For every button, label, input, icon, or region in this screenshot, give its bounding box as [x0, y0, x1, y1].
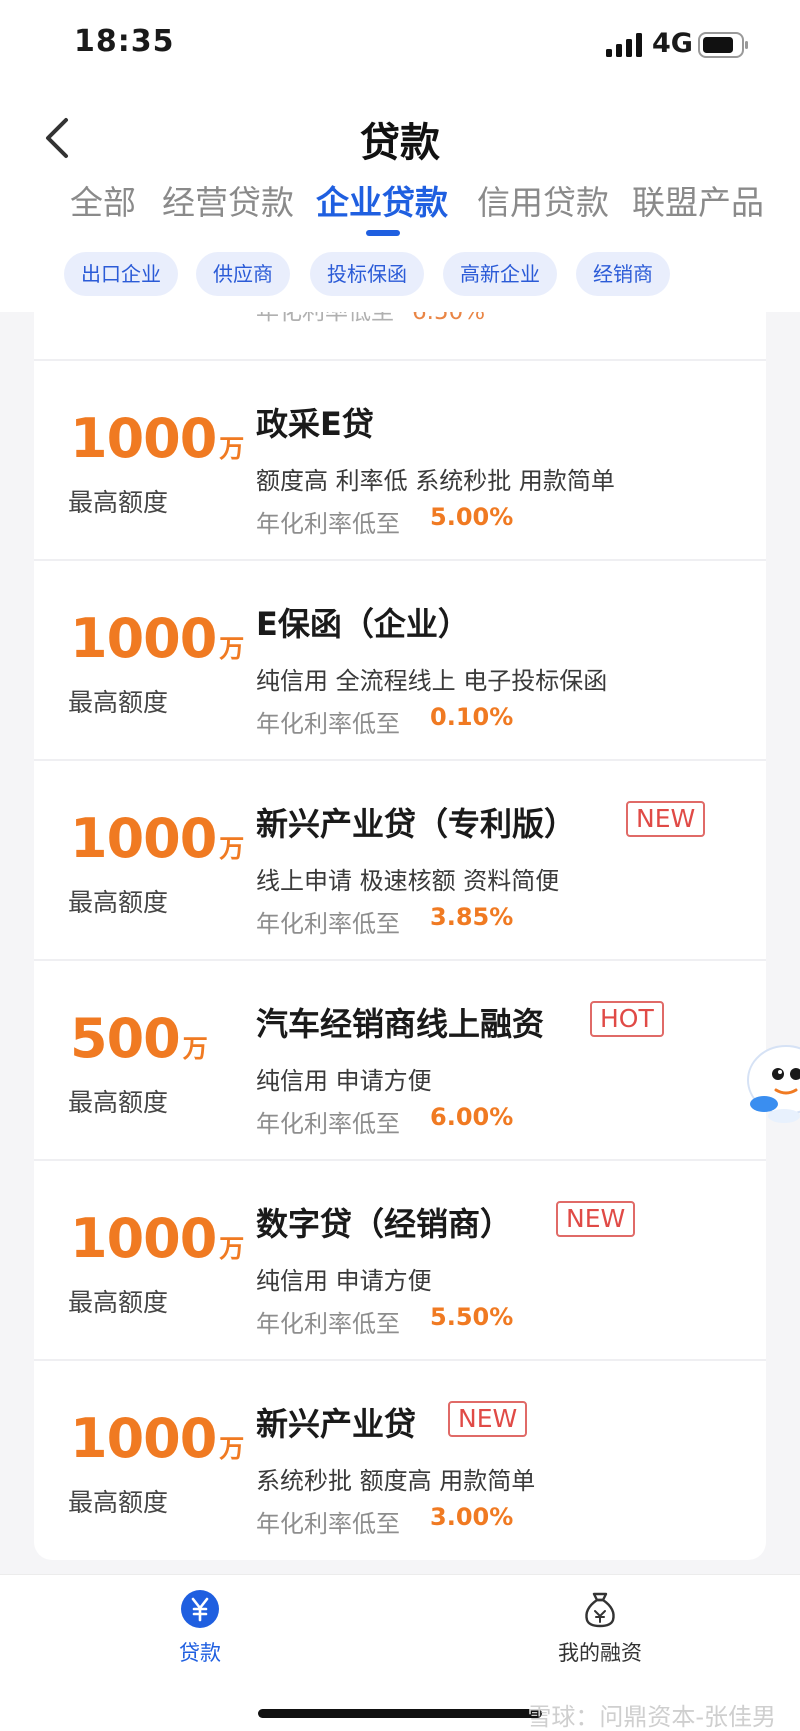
chip-high-tech-enterprise[interactable]: 高新企业 [443, 252, 557, 296]
bottom-tab-label: 贷款 [179, 1641, 221, 1665]
product-row-emerging-industry[interactable]: 1000 万 最高额度 新兴产业贷 NEW 系统秒批 额度高 用款简单 年化利率低… [34, 1361, 766, 1560]
amount-unit: 万 [182, 1034, 208, 1063]
rate-value: 0.10% [430, 703, 514, 731]
amount-number: 500 [70, 1007, 181, 1070]
tab-alliance-products[interactable]: 联盟产品 [632, 176, 764, 224]
max-amount: 1000 万 [70, 1207, 244, 1270]
amount-label: 最高额度 [68, 1488, 169, 1517]
nav-header: 贷款 全部 经营贷款 企业贷款 信用贷款 联盟产品 出口企业 供应商 投标保函 … [0, 90, 800, 312]
product-row-auto-dealer-financing[interactable]: 500 万 最高额度 汽车经销商线上融资 HOT 纯信用 申请方便 年化利率低至 … [34, 961, 766, 1160]
amount-number: 1000 [70, 407, 217, 470]
hot-badge: HOT [590, 1001, 664, 1037]
chip-distributor[interactable]: 经销商 [576, 252, 670, 296]
bottom-tab-loans[interactable]: 贷款 [120, 1589, 280, 1679]
amount-number: 1000 [70, 1407, 217, 1470]
bottom-tab-label: 我的融资 [558, 1641, 642, 1665]
rate-value: 6.50% [412, 312, 486, 325]
status-time: 18:35 [74, 24, 175, 59]
product-name: E保函（企业） [256, 605, 470, 643]
rate-value: 3.00% [430, 1503, 514, 1531]
product-desc: 纯信用 申请方便 [256, 1067, 432, 1095]
rate-value: 5.50% [430, 1303, 514, 1331]
amount-unit: 万 [219, 634, 245, 663]
product-name: 政采E贷 [256, 405, 374, 443]
rate-label: 年化利率低至 [256, 1510, 400, 1538]
rate-value: 6.00% [430, 1103, 514, 1131]
bottom-tab-bar: 贷款 我的融资 雪球：问鼎资本-张佳男 [0, 1574, 800, 1731]
product-name: 汽车经销商线上融资 [256, 1005, 545, 1043]
status-bar: 18:35 4G [0, 0, 800, 90]
rate-label: 年化利率低至 [256, 1110, 400, 1138]
max-amount: 1000 万 [70, 607, 244, 670]
cellular-signal-icon [606, 33, 642, 57]
amount-unit: 万 [219, 1234, 245, 1263]
tab-enterprise-loans[interactable]: 企业贷款 [316, 176, 448, 224]
product-row-emerging-industry-patent[interactable]: 1000 万 最高额度 新兴产业贷（专利版） NEW 线上申请 极速核额 资料简便… [34, 761, 766, 960]
product-desc: 线上申请 极速核额 资料简便 [256, 867, 560, 895]
amount-number: 1000 [70, 1207, 217, 1270]
rate-label: 年化利率低至 [256, 1310, 400, 1338]
rate-label: 年化利率低至 [256, 312, 394, 325]
product-desc: 纯信用 申请方便 [256, 1267, 432, 1295]
product-name: 数字贷（经销商） [256, 1205, 513, 1243]
product-list: 年化利率低至 6.50% 1000 万 最高额度 政采E贷 额度高 利率低 系统秒批… [34, 312, 766, 1560]
product-desc: 额度高 利率低 系统秒批 用款简单 [256, 467, 615, 495]
amount-unit: 万 [219, 434, 245, 463]
rate-value: 5.00% [430, 503, 514, 531]
bottom-tab-my-financing[interactable]: 我的融资 [520, 1589, 680, 1679]
product-row-e-guarantee[interactable]: 1000 万 最高额度 E保函（企业） 纯信用 全流程线上 电子投标保函 年化利率… [34, 561, 766, 760]
amount-label: 最高额度 [68, 1088, 169, 1117]
amount-label: 最高额度 [68, 888, 169, 917]
product-name: 新兴产业贷 [256, 1405, 417, 1443]
new-badge: NEW [626, 801, 706, 837]
max-amount: 1000 万 [70, 407, 244, 470]
product-row-zhengcai-e-loan[interactable]: 1000 万 最高额度 政采E贷 额度高 利率低 系统秒批 用款简单 年化利率低至… [34, 361, 766, 560]
previous-row-rate-fragment: 年化利率低至 6.50% [256, 312, 485, 326]
amount-label: 最高额度 [68, 488, 169, 517]
amount-unit: 万 [219, 834, 245, 863]
new-badge: NEW [448, 1401, 528, 1437]
amount-number: 1000 [70, 807, 217, 870]
amount-number: 1000 [70, 607, 217, 670]
product-name: 新兴产业贷（专利版） [256, 805, 577, 843]
active-tab-indicator [366, 230, 400, 236]
home-indicator[interactable] [258, 1709, 542, 1718]
amount-label: 最高额度 [68, 688, 169, 717]
amount-unit: 万 [219, 1434, 245, 1463]
new-badge: NEW [556, 1201, 636, 1237]
yen-circle-icon [181, 1590, 219, 1628]
product-desc: 纯信用 全流程线上 电子投标保函 [256, 667, 608, 695]
filter-chips: 出口企业 供应商 投标保函 高新企业 经销商 [0, 252, 800, 298]
money-bag-icon [585, 1592, 615, 1628]
tab-business-loans[interactable]: 经营贷款 [162, 176, 294, 224]
product-row-digital-loan-distributor[interactable]: 1000 万 最高额度 数字贷（经销商） NEW 纯信用 申请方便 年化利率低至 … [34, 1161, 766, 1360]
max-amount: 500 万 [70, 1007, 208, 1070]
max-amount: 1000 万 [70, 1407, 244, 1470]
product-desc: 系统秒批 额度高 用款简单 [256, 1467, 536, 1495]
assistant-mascot-icon[interactable] [744, 1036, 800, 1132]
rate-label: 年化利率低至 [256, 710, 400, 738]
rate-value: 3.85% [430, 903, 514, 931]
chip-supplier[interactable]: 供应商 [196, 252, 290, 296]
chip-bid-guarantee[interactable]: 投标保函 [310, 252, 424, 296]
category-tabs: 全部 经营贷款 企业贷款 信用贷款 联盟产品 [0, 176, 800, 236]
chip-export-enterprise[interactable]: 出口企业 [64, 252, 178, 296]
watermark: 雪球：问鼎资本-张佳男 [527, 1703, 776, 1731]
battery-icon [698, 32, 748, 58]
max-amount: 1000 万 [70, 807, 244, 870]
amount-label: 最高额度 [68, 1288, 169, 1317]
network-type: 4G [652, 28, 693, 59]
tab-credit-loans[interactable]: 信用贷款 [477, 176, 609, 224]
page-title: 贷款 [360, 120, 440, 166]
rate-label: 年化利率低至 [256, 510, 400, 538]
tab-all[interactable]: 全部 [70, 176, 136, 224]
rate-label: 年化利率低至 [256, 910, 400, 938]
